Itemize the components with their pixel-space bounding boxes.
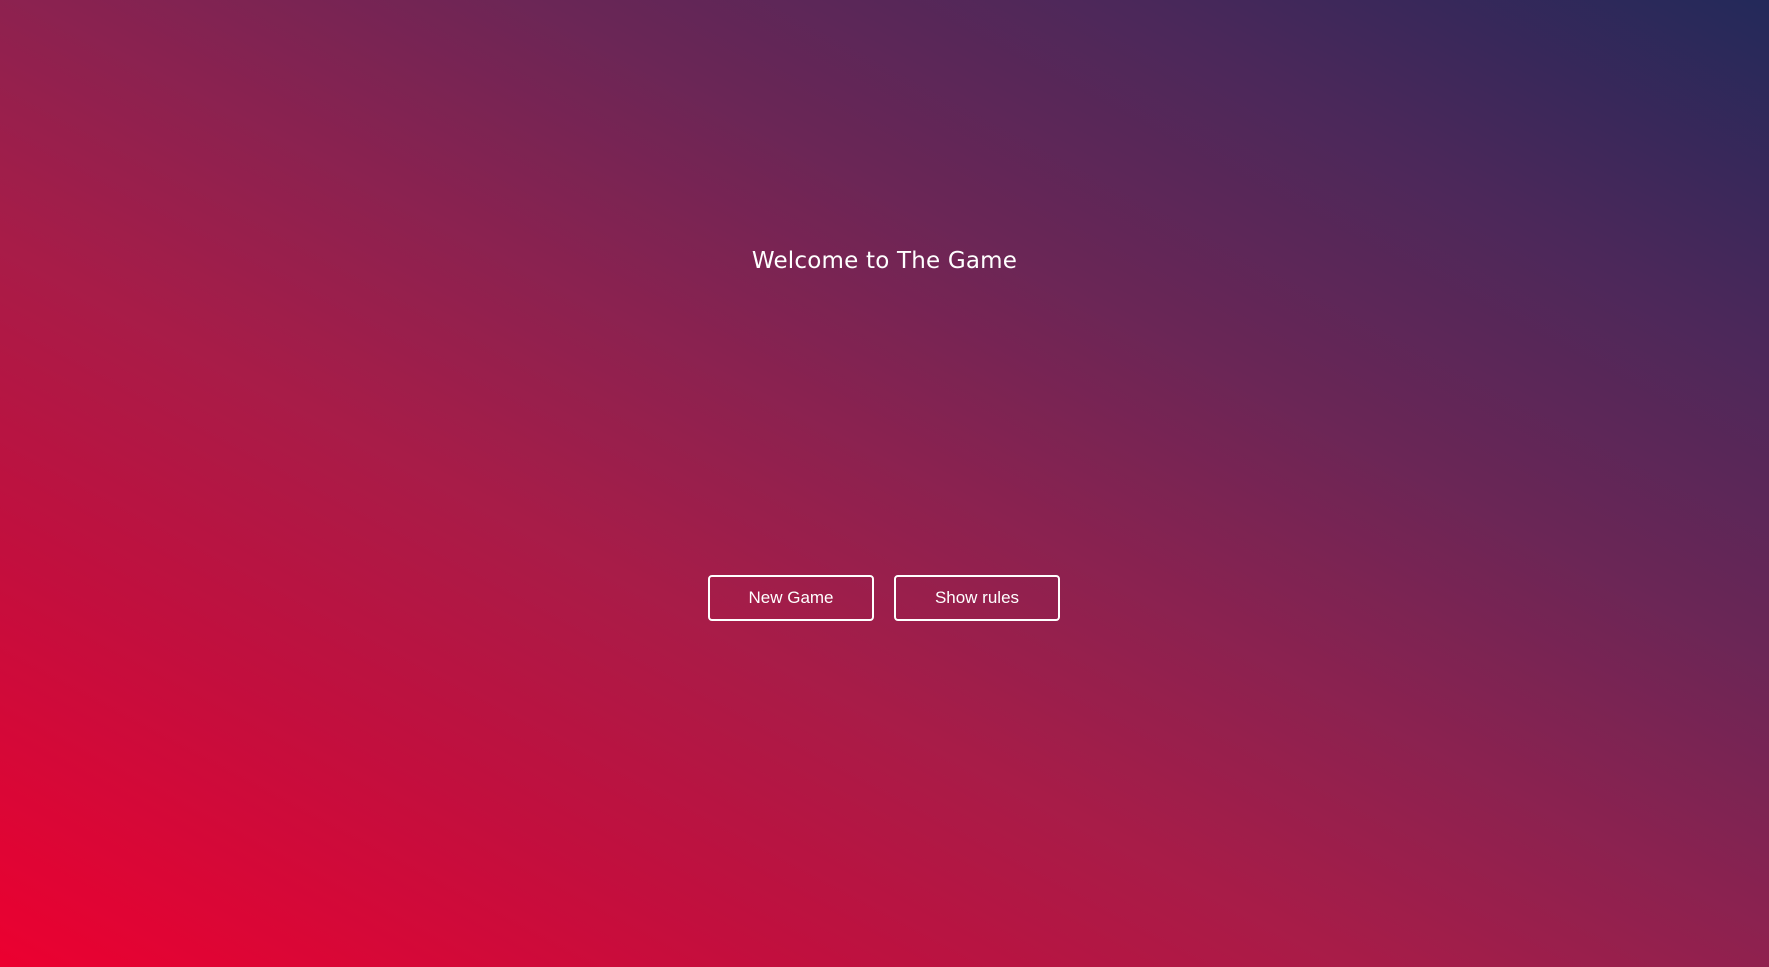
new-game-button[interactable]: New Game [708, 575, 874, 621]
action-buttons: New Game Show rules [0, 575, 1769, 621]
game-start-screen: Welcome to The Game New Game Show rules [0, 0, 1769, 967]
show-rules-button[interactable]: Show rules [894, 575, 1060, 621]
gradient-background [0, 0, 1769, 967]
welcome-title: Welcome to The Game [751, 248, 1018, 274]
